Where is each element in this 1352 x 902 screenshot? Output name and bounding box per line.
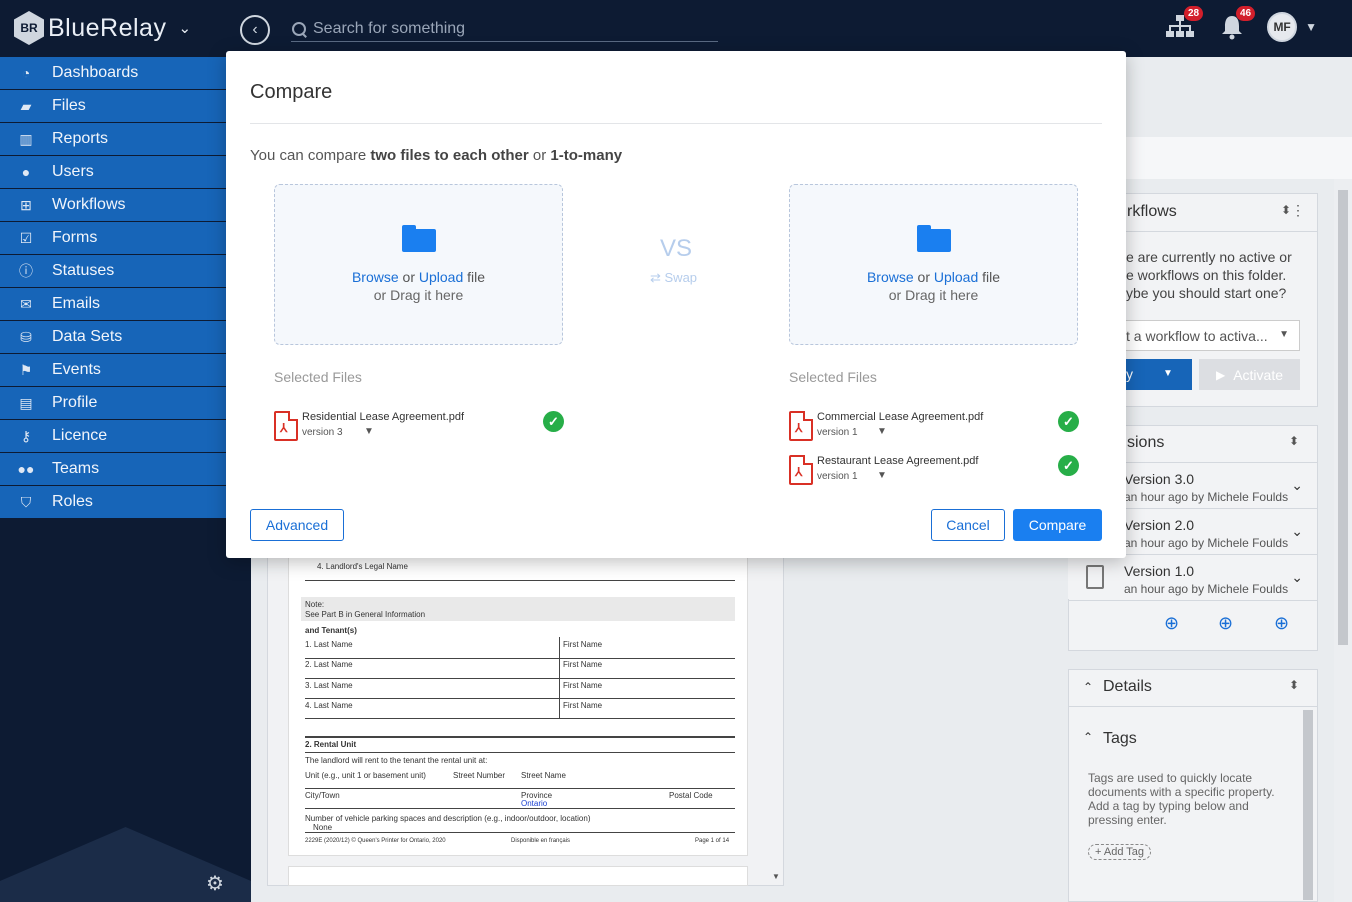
upload-link[interactable]: Upload (934, 269, 978, 285)
desc-text: or (528, 147, 551, 164)
check-icon: ✓ (1058, 455, 1079, 476)
dropzone-file: file (978, 269, 1001, 285)
file-name: Restaurant Lease Agreement.pdf (817, 455, 979, 467)
advanced-button[interactable]: Advanced (250, 509, 344, 541)
file-version-select[interactable]: version 1 (817, 427, 858, 438)
selected-file-row: ⅄ Commercial Lease Agreement.pdf version… (789, 411, 1079, 445)
cancel-button[interactable]: Cancel (931, 509, 1005, 541)
check-icon: ✓ (543, 411, 564, 432)
file-name: Residential Lease Agreement.pdf (302, 411, 465, 423)
dropzone-or: or (398, 269, 419, 285)
upload-link[interactable]: Upload (419, 269, 463, 285)
file-version-select[interactable]: version 3 (302, 427, 343, 438)
caret-down-icon[interactable]: ▼ (877, 426, 887, 437)
file-version-select[interactable]: version 1 (817, 471, 858, 482)
selected-file-row: ⅄ Residential Lease Agreement.pdf versio… (274, 411, 564, 445)
pdf-icon: ⅄ (789, 411, 813, 441)
pdf-icon: ⅄ (274, 411, 298, 441)
selected-file-row: ⅄ Restaurant Lease Agreement.pdf version… (789, 455, 1079, 489)
pdf-glyph: ⅄ (795, 465, 803, 479)
compare-modal: Compare You can compare two files to eac… (226, 51, 1126, 558)
dropzone-or: or (913, 269, 934, 285)
divider (250, 123, 1102, 124)
swap-button[interactable]: ⇄ Swap (650, 270, 697, 286)
dropzone-drag-text: or Drag it here (888, 287, 979, 303)
dropzone-drag-text: or Drag it here (373, 287, 464, 303)
dropzone-text: Browse or Upload file (275, 269, 562, 285)
browse-link[interactable]: Browse (867, 269, 914, 285)
desc-bold: two files to each other (370, 147, 529, 164)
pdf-glyph: ⅄ (280, 421, 288, 435)
file-name: Commercial Lease Agreement.pdf (817, 411, 984, 423)
right-dropzone[interactable]: Browse or Upload file or Drag it here (789, 184, 1078, 345)
selected-files-label: Selected Files (274, 369, 362, 385)
modal-title: Compare (250, 81, 333, 103)
desc-bold: 1-to-many (550, 147, 623, 164)
caret-down-icon[interactable]: ▼ (877, 470, 887, 481)
dropzone-text: Browse or Upload file (790, 269, 1077, 285)
compare-button[interactable]: Compare (1013, 509, 1102, 541)
caret-down-icon[interactable]: ▼ (364, 426, 374, 437)
modal-description: You can compare two files to each other … (250, 147, 622, 164)
desc-text: You can compare (250, 147, 371, 164)
left-dropzone[interactable]: Browse or Upload file or Drag it here (274, 184, 563, 345)
selected-files-label: Selected Files (789, 369, 877, 385)
folder-icon (917, 225, 951, 252)
browse-link[interactable]: Browse (352, 269, 399, 285)
folder-icon (402, 225, 436, 252)
dropzone-file: file (463, 269, 486, 285)
pdf-glyph: ⅄ (795, 421, 803, 435)
pdf-icon: ⅄ (789, 455, 813, 485)
check-icon: ✓ (1058, 411, 1079, 432)
vs-label: VS (660, 235, 693, 262)
